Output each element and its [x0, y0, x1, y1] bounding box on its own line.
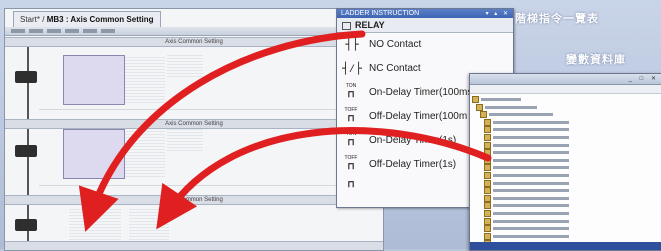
variable-db-caption: 變數資料庫 [566, 54, 626, 66]
arrow-from-instruction-list [78, 30, 366, 232]
instruction-list-caption: 階梯指令一覽表 [515, 13, 599, 25]
drag-arrows [78, 30, 492, 232]
arrow-from-variable-db [156, 127, 492, 230]
